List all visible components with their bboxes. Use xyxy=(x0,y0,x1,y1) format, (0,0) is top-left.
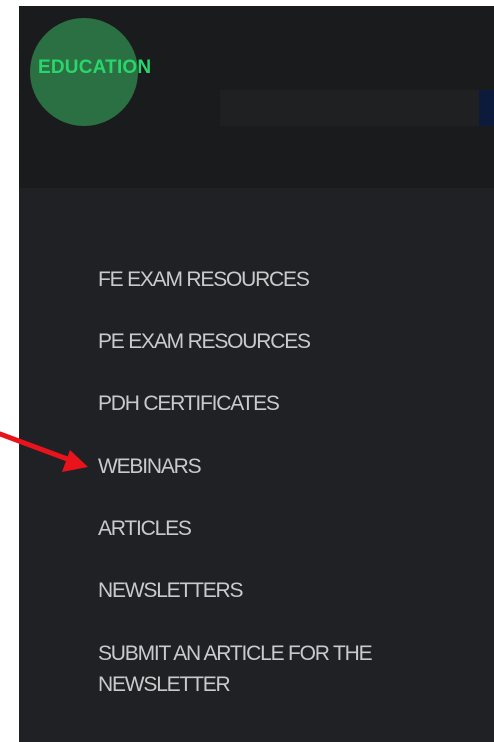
search-button[interactable] xyxy=(479,90,494,126)
brand-name[interactable]: EDUCATION xyxy=(38,57,151,79)
menu-item-submit-article[interactable]: SUBMIT AN ARTICLE FOR THE NEWSLETTER xyxy=(98,638,458,700)
menu-item-fe-exam-resources[interactable]: FE EXAM RESOURCES xyxy=(98,264,458,295)
menu-item-pe-exam-resources[interactable]: PE EXAM RESOURCES xyxy=(98,326,458,357)
menu-item-newsletters[interactable]: NEWSLETTERS xyxy=(98,575,458,606)
header-bar: EDUCATION xyxy=(19,6,494,188)
menu-item-articles[interactable]: ARTICLES xyxy=(98,513,458,544)
menu-item-pdh-certificates[interactable]: PDH CERTIFICATES xyxy=(98,388,458,419)
menu-item-webinars[interactable]: WEBINARS xyxy=(98,451,458,482)
search-input[interactable] xyxy=(220,90,479,126)
navigation-panel: EDUCATION FE EXAM RESOURCES PE EXAM RESO… xyxy=(19,6,494,742)
